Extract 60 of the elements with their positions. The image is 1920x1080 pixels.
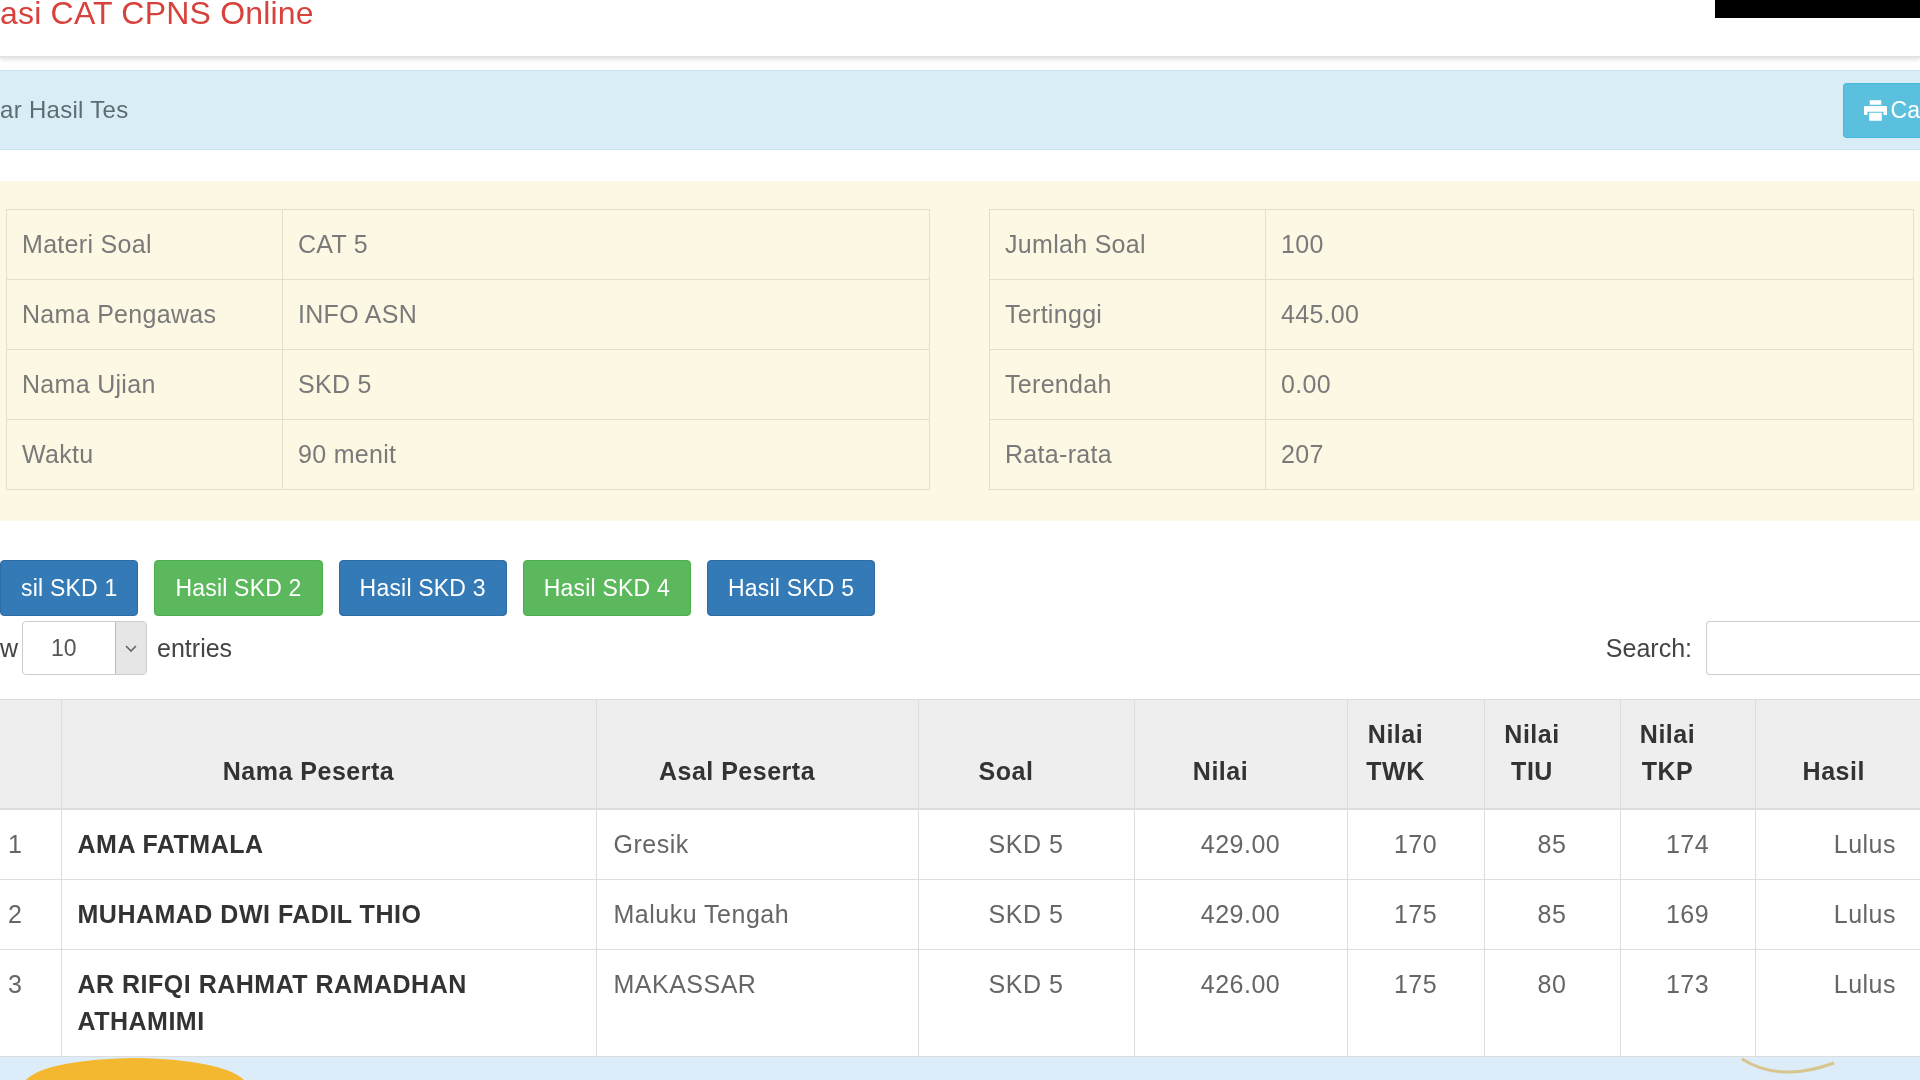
result-button[interactable]: Hasil SKD 3: [338, 560, 507, 616]
summary-label: Jumlah Soal: [989, 209, 1266, 280]
summary-value: 207: [1265, 419, 1914, 490]
row-number: 1: [0, 809, 61, 880]
table-cell: Gresik: [596, 809, 918, 880]
column-header[interactable]: Nilai TWK: [1347, 699, 1484, 809]
printer-icon: [1863, 99, 1887, 121]
panel-title: ar Hasil Tes: [0, 96, 129, 124]
summary-label: Waktu: [6, 419, 283, 490]
column-header[interactable]: Nilai TKP: [1620, 699, 1755, 809]
table-cell: SKD 5: [918, 879, 1134, 950]
summary-value: SKD 5: [282, 349, 930, 420]
column-header[interactable]: Hasil: [1755, 699, 1920, 809]
table-cell: 429.00: [1134, 879, 1347, 950]
summary-value: INFO ASN: [282, 279, 930, 350]
chevron-down-icon: [115, 622, 147, 674]
column-header[interactable]: Asal Peserta: [596, 699, 918, 809]
search-label: Search:: [1605, 633, 1692, 663]
table-cell: Maluku Tengah: [596, 879, 918, 950]
table-cell: 174: [1620, 809, 1755, 880]
search-field[interactable]: [1706, 621, 1920, 675]
entries-select[interactable]: 10: [22, 621, 148, 675]
summary-value: 90 menit: [282, 419, 930, 490]
row-number: 2: [0, 879, 61, 950]
summary-label: Materi Soal: [6, 209, 283, 280]
table-cell: 175: [1347, 879, 1484, 950]
table-cell: 170: [1347, 809, 1484, 880]
summary-label: Nama Pengawas: [6, 279, 283, 350]
table-cell: 169: [1620, 879, 1755, 950]
participant-name: MUHAMAD DWI FADIL THIO: [61, 879, 596, 950]
summary-label: Nama Ujian: [6, 349, 283, 420]
table-cell: 80: [1484, 949, 1620, 1057]
participant-name: AMA FATMALA: [61, 809, 596, 880]
summary-value: 0.00: [1265, 349, 1914, 420]
summary-value: 100: [1265, 209, 1914, 280]
table-cell: 85: [1484, 809, 1620, 880]
column-header[interactable]: Nama Peserta: [61, 699, 596, 809]
summary-value: 445.00: [1265, 279, 1914, 350]
summary-label: Rata-rata: [989, 419, 1266, 490]
table-cell: 426.00: [1134, 949, 1347, 1057]
column-header[interactable]: Nilai: [1134, 699, 1347, 809]
entries-label: entries: [157, 633, 233, 663]
column-header[interactable]: Nilai TIU: [1484, 699, 1620, 809]
column-header[interactable]: Soal: [918, 699, 1134, 809]
table-cell: 175: [1347, 949, 1484, 1057]
result-button[interactable]: Hasil SKD 5: [706, 560, 876, 616]
table-cell: MAKASSAR: [596, 949, 918, 1057]
table-cell: SKD 5: [918, 809, 1134, 880]
show-label: w: [0, 633, 19, 663]
table-cell: SKD 5: [918, 949, 1134, 1057]
summary-label: Tertinggi: [989, 279, 1266, 350]
table-cell: 429.00: [1134, 809, 1347, 880]
table-cell: 173: [1620, 949, 1755, 1057]
result-button[interactable]: sil SKD 1: [0, 560, 139, 616]
participant-name: AR RIFQI RAHMAT RAMADHAN ATHAMIMI: [61, 949, 596, 1057]
summary-label: Terendah: [989, 349, 1266, 420]
row-number: 3: [0, 949, 61, 1057]
summary-value: CAT 5: [282, 209, 930, 280]
table-cell: 85: [1484, 879, 1620, 950]
app-title: asi CAT CPNS Online: [0, 0, 314, 26]
